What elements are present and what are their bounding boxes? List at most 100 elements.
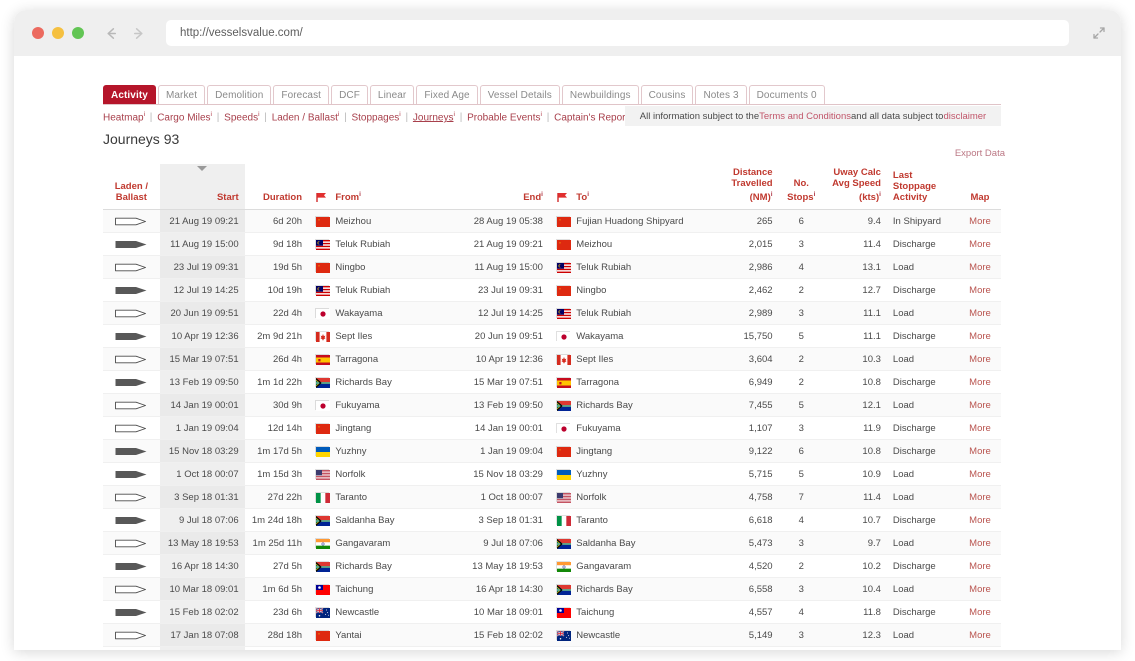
tab-dcf[interactable]: DCF [331, 85, 368, 104]
cell-to-port[interactable]: Newcastle [570, 624, 708, 647]
table-row[interactable]: 1 Oct 18 00:071m 15d 3h Norfolk15 Nov 18… [103, 463, 1001, 486]
column-header-to[interactable]: Toi [570, 164, 708, 210]
table-row[interactable]: 20 Jun 19 09:5122d 4hWakayama12 Jul 19 1… [103, 302, 1001, 325]
table-row[interactable]: 1 Jan 19 09:0412d 14hJingtang14 Jan 19 0… [103, 417, 1001, 440]
subnav-item-captain-s-reports[interactable]: Captain's Reports [554, 112, 633, 123]
map-more-link[interactable]: More [969, 262, 991, 273]
tab-vessel-details[interactable]: Vessel Details [480, 85, 560, 104]
map-more-link[interactable]: More [969, 377, 991, 388]
table-row[interactable]: 15 Feb 18 02:0223d 6h Newcastle10 Mar 18… [103, 601, 1001, 624]
cell-from-port[interactable]: Meizhou [329, 210, 460, 233]
map-more-link[interactable]: More [969, 630, 991, 641]
column-header-activity[interactable]: Last Stoppage Activity [887, 164, 959, 210]
disclaimer-link[interactable]: disclaimer [943, 111, 986, 122]
cell-from-port[interactable]: Yuzhny [329, 440, 460, 463]
info-superscript[interactable]: i [771, 191, 773, 198]
map-more-link[interactable]: More [969, 492, 991, 503]
map-more-link[interactable]: More [969, 607, 991, 618]
tab-linear[interactable]: Linear [370, 85, 414, 104]
map-more-link[interactable]: More [969, 446, 991, 457]
cell-to-port[interactable]: Wakayama [570, 325, 708, 348]
map-more-link[interactable]: More [969, 354, 991, 365]
column-header-from[interactable]: Fromi [329, 164, 460, 210]
cell-from-port[interactable]: Taranto [329, 486, 460, 509]
forward-arrow-icon[interactable] [131, 26, 146, 41]
table-row[interactable]: 13 Feb 19 09:501m 1d 22h Richards Bay15 … [103, 371, 1001, 394]
cell-from-port[interactable]: Yantai [329, 624, 460, 647]
map-more-link[interactable]: More [969, 469, 991, 480]
close-window-button[interactable] [32, 27, 44, 39]
map-more-link[interactable]: More [969, 561, 991, 572]
map-more-link[interactable]: More [969, 285, 991, 296]
cell-from-port[interactable]: Gangavaram [329, 532, 460, 555]
cell-from-port[interactable]: Saldanha Bay [329, 509, 460, 532]
subnav-item-heatmap[interactable]: Heatmap [103, 112, 144, 123]
cell-to-port[interactable]: Teluk Rubiah [570, 302, 708, 325]
cell-to-port[interactable]: Saldanha Bay [570, 532, 708, 555]
subnav-item-journeys[interactable]: Journeys [413, 112, 454, 123]
column-header-end[interactable]: Endi [460, 164, 549, 210]
cell-from-port[interactable]: Teluk Rubiah [329, 233, 460, 256]
table-row[interactable]: 17 Jan 18 07:0828d 18hYantai15 Feb 18 02… [103, 624, 1001, 647]
cell-to-port[interactable]: Tarragona [570, 371, 708, 394]
cell-to-port[interactable]: Fujian Huadong Shipyard [570, 210, 708, 233]
subnav-item-laden-ballast[interactable]: Laden / Ballast [272, 112, 338, 123]
cell-to-port[interactable]: Gangavaram [570, 555, 708, 578]
cell-to-port[interactable]: Norfolk [570, 486, 708, 509]
maximize-window-button[interactable] [72, 27, 84, 39]
subnav-item-stoppages[interactable]: Stoppages [351, 112, 399, 123]
cell-to-port[interactable]: Sept Iles [570, 348, 708, 371]
tab-fixed-age[interactable]: Fixed Age [416, 85, 477, 104]
table-row[interactable]: 15 Nov 18 03:291m 17d 5hYuzhny1 Jan 19 0… [103, 440, 1001, 463]
info-superscript[interactable]: i [814, 191, 816, 198]
map-more-link[interactable]: More [969, 331, 991, 342]
cell-to-port[interactable]: Richards Bay [570, 578, 708, 601]
info-superscript[interactable]: i [587, 191, 589, 198]
map-more-link[interactable]: More [969, 423, 991, 434]
table-row[interactable]: 10 Apr 19 12:362m 9d 21hSept Iles20 Jun … [103, 325, 1001, 348]
address-bar[interactable]: http://vesselsvalue.com/ [166, 20, 1069, 46]
expand-icon[interactable] [1091, 25, 1107, 41]
cell-to-port[interactable]: Fukuyama [570, 417, 708, 440]
cell-to-port[interactable]: Ningbo [570, 279, 708, 302]
column-header-speed[interactable]: Uway Calc Avg Speed (kts)i [824, 164, 887, 210]
map-more-link[interactable]: More [969, 515, 991, 526]
subnav-item-probable-events[interactable]: Probable Events [467, 112, 540, 123]
table-row[interactable]: 14 Jan 19 00:0130d 9hFukuyama13 Feb 19 0… [103, 394, 1001, 417]
terms-and-conditions-link[interactable]: Terms and Conditions [759, 111, 851, 122]
cell-from-port[interactable]: Wakayama [329, 302, 460, 325]
tab-notes-3[interactable]: Notes 3 [695, 85, 746, 104]
map-more-link[interactable]: More [969, 239, 991, 250]
column-header-distance[interactable]: Distance Travelled (NM)i [709, 164, 779, 210]
table-row[interactable]: 21 Aug 19 09:216d 20hMeizhou28 Aug 19 05… [103, 210, 1001, 233]
cell-from-port[interactable]: Fukuyama [329, 394, 460, 417]
minimize-window-button[interactable] [52, 27, 64, 39]
cell-to-port[interactable]: Jingtang [570, 440, 708, 463]
cell-to-port[interactable]: Taichung [570, 601, 708, 624]
tab-newbuildings[interactable]: Newbuildings [562, 85, 639, 104]
column-header-to-flag[interactable] [549, 164, 570, 210]
cell-from-port[interactable]: Sept Iles [329, 325, 460, 348]
map-more-link[interactable]: More [969, 216, 991, 227]
table-row[interactable]: 11 Aug 19 15:009d 18h Teluk Rubiah21 Aug… [103, 233, 1001, 256]
info-superscript[interactable]: i [359, 191, 361, 198]
map-more-link[interactable]: More [969, 308, 991, 319]
cell-to-port[interactable]: Yantai [570, 647, 708, 650]
table-row[interactable]: 10 Mar 18 09:011m 6d 5hTaichung16 Apr 18… [103, 578, 1001, 601]
cell-from-port[interactable]: Norfolk [329, 463, 460, 486]
cell-to-port[interactable]: Teluk Rubiah [570, 256, 708, 279]
tab-demolition[interactable]: Demolition [207, 85, 271, 104]
map-more-link[interactable]: More [969, 584, 991, 595]
cell-from-port[interactable]: Richards Bay [329, 371, 460, 394]
cell-from-port[interactable]: Newcastle [329, 601, 460, 624]
cell-to-port[interactable]: Yuzhny [570, 463, 708, 486]
tab-documents-0[interactable]: Documents 0 [749, 85, 825, 104]
info-superscript[interactable]: i [541, 191, 543, 198]
tab-forecast[interactable]: Forecast [273, 85, 329, 104]
cell-from-port[interactable]: Teluk Rubiah [329, 279, 460, 302]
cell-to-port[interactable]: Richards Bay [570, 394, 708, 417]
info-superscript[interactable]: i [879, 191, 881, 198]
cell-from-port[interactable]: Jingtang [329, 417, 460, 440]
column-header-laden-ballast[interactable]: Laden / Ballast [103, 164, 160, 210]
cell-from-port[interactable]: Ningbo [329, 256, 460, 279]
